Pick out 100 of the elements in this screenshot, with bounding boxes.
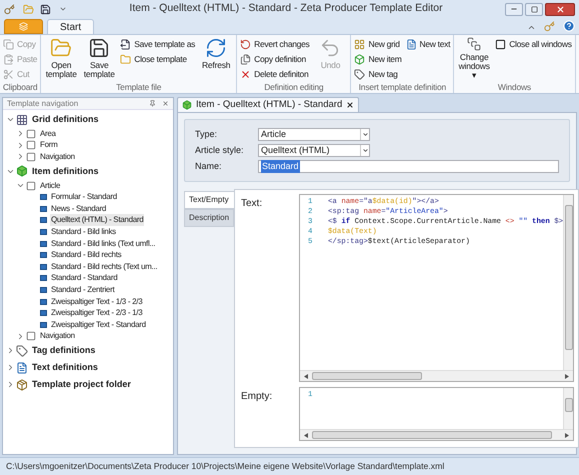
- field-label: Name:: [195, 161, 223, 172]
- copy-icon: [3, 39, 14, 50]
- tag-icon: [354, 69, 366, 80]
- ribbon-button[interactable]: New item: [352, 52, 404, 67]
- close-icon[interactable]: [346, 101, 354, 109]
- close-icon: [556, 4, 564, 14]
- document-tab[interactable]: Item - Quelltext (HTML) - Standard: [177, 97, 360, 112]
- grid-icon: [354, 39, 366, 50]
- tree-item[interactable]: Zweispaltiger Text - 2/3 - 1/3: [50, 307, 144, 320]
- page-icon: [26, 331, 36, 342]
- tree-item[interactable]: Article: [39, 180, 62, 192]
- tree-item[interactable]: Formular - Standard: [50, 191, 118, 204]
- group-label: Template file: [115, 82, 162, 93]
- file-path: C:\Users\mgoenitzer\Documents\Zeta Producer 10\Projects\Meine eigene Website\Vorlage Standard\template.xml: [6, 460, 444, 473]
- field-label: Article style:: [195, 145, 245, 156]
- pin-icon[interactable]: [149, 100, 156, 107]
- name-field[interactable]: Standard: [258, 160, 559, 173]
- tree-item[interactable]: Standard - Bild links: [50, 226, 117, 238]
- group-label: Windows: [496, 82, 532, 93]
- tree-item[interactable]: Navigation: [39, 330, 76, 342]
- delete-icon: [240, 69, 252, 80]
- save-as-icon: [120, 39, 132, 50]
- ribbon-button[interactable]: New tag: [352, 67, 404, 82]
- tree-item[interactable]: Quelltext (HTML) - Standard: [50, 214, 144, 226]
- dropdown-field[interactable]: Quelltext (HTML): [258, 144, 370, 157]
- ribbon-button[interactable]: Delete definiton: [238, 67, 312, 82]
- tree-item[interactable]: Text definitions: [31, 360, 99, 374]
- folder-icon: [120, 54, 132, 65]
- close-button[interactable]: [545, 2, 575, 16]
- ribbon-button[interactable]: New grid: [352, 37, 404, 52]
- horizontal-scrollbar[interactable]: [300, 429, 574, 440]
- document-icon: [16, 362, 28, 374]
- field-label: Text:: [241, 197, 264, 211]
- package-icon: [16, 378, 28, 391]
- ribbon-button[interactable]: Close template: [118, 52, 198, 67]
- cube-icon: [16, 165, 28, 178]
- scroll-left-icon[interactable]: [304, 432, 308, 438]
- ribbon-button[interactable]: Copy definition: [238, 52, 312, 67]
- window-title: Item - Quelltext (HTML) - Standard - Zeta Producer Template Editor: [128, 1, 444, 16]
- app-icon: [4, 4, 15, 14]
- vertical-scrollbar[interactable]: [563, 388, 574, 429]
- paste-icon: [3, 54, 14, 65]
- page-icon: [26, 152, 36, 162]
- field-label: Type:: [195, 129, 218, 140]
- scissors-icon: [3, 69, 14, 80]
- page-icon: [26, 140, 36, 150]
- dropdown-field[interactable]: Article: [258, 128, 370, 141]
- ribbon-button[interactable]: Open template: [42, 35, 80, 80]
- tree-item[interactable]: Zweispaltiger Text - Standard: [50, 318, 147, 331]
- tree-item[interactable]: Standard - Bild links (Text umfl...: [50, 238, 156, 250]
- ribbon-button[interactable]: Refresh: [197, 35, 236, 80]
- group-label: Clipboard: [2, 82, 38, 93]
- revert-icon: [240, 39, 252, 50]
- group-label: Definition editing: [263, 82, 324, 93]
- tree-item[interactable]: Template project folder: [31, 378, 132, 392]
- cube-icon: [354, 54, 366, 65]
- tree-item[interactable]: Standard - Bild rechts (Text um...: [50, 260, 158, 273]
- tree-item[interactable]: Standard - Bild rechts: [50, 249, 122, 262]
- collapse-ribbon-icon[interactable]: [527, 23, 536, 32]
- vertical-scrollbar[interactable]: [563, 195, 574, 370]
- document-icon: [406, 39, 417, 50]
- scroll-left-icon[interactable]: [304, 374, 308, 378]
- copy-icon: [240, 54, 252, 65]
- tree-item[interactable]: Form: [39, 139, 58, 152]
- scroll-right-icon[interactable]: [565, 374, 570, 378]
- ribbon-button[interactable]: Close all windows: [493, 37, 574, 52]
- tree-item[interactable]: Grid definitions: [31, 112, 100, 126]
- side-tab[interactable]: Text/Empty: [184, 191, 234, 209]
- maximize-icon: [530, 6, 538, 12]
- tree-item[interactable]: Tag definitions: [31, 344, 96, 358]
- grid-icon: [16, 114, 28, 126]
- refresh-icon: [205, 37, 228, 59]
- tree-item[interactable]: News - Standard: [50, 202, 108, 215]
- tree-item[interactable]: Standard - Zentriert: [50, 284, 116, 296]
- ribbon-button[interactable]: Revert changes: [238, 37, 312, 52]
- group-label: Insert template definition: [358, 82, 448, 93]
- tree-item[interactable]: Item definitions: [31, 164, 100, 178]
- side-tab[interactable]: Description: [184, 209, 234, 227]
- tree-item[interactable]: Area: [39, 128, 57, 140]
- panel-title: Template navigation: [7, 98, 80, 108]
- maximize-button[interactable]: [525, 2, 543, 16]
- horizontal-scrollbar[interactable]: [300, 370, 574, 381]
- minimize-button[interactable]: [505, 2, 523, 16]
- ribbon-button[interactable]: New text: [404, 37, 452, 52]
- dropdown-icon[interactable]: [59, 5, 67, 13]
- cube-icon: [182, 100, 192, 110]
- page-icon: [26, 180, 36, 191]
- tree-item[interactable]: Standard - Standard: [50, 272, 118, 284]
- tree-item[interactable]: Navigation: [39, 150, 76, 163]
- ribbon-button[interactable]: Save template as: [118, 37, 198, 52]
- field-label: Empty:: [241, 390, 274, 404]
- ribbon-button[interactable]: Save template: [80, 35, 118, 80]
- application-menu-button[interactable]: [4, 19, 43, 34]
- tree-item[interactable]: Zweispaltiger Text - 1/3 - 2/3: [50, 296, 144, 308]
- help-icon[interactable]: [563, 20, 575, 32]
- ribbon-tab[interactable]: Start: [47, 19, 94, 34]
- folder-icon: [50, 37, 72, 59]
- ribbon-button[interactable]: Change windows ▾: [455, 35, 494, 80]
- tag-icon: [16, 344, 28, 357]
- scroll-right-icon[interactable]: [565, 432, 570, 438]
